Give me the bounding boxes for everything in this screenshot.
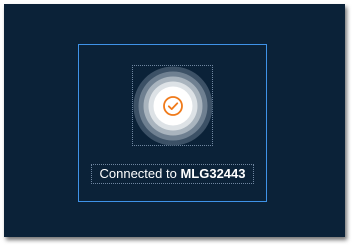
status-prefix: Connected to (99, 166, 181, 181)
connection-status-text: Connected to MLG32443 (91, 164, 254, 184)
connection-panel: Connected to MLG32443 (4, 4, 345, 237)
check-circle-icon (162, 95, 183, 116)
connection-status-graphic (132, 65, 213, 146)
device-name: MLG32443 (180, 166, 246, 181)
